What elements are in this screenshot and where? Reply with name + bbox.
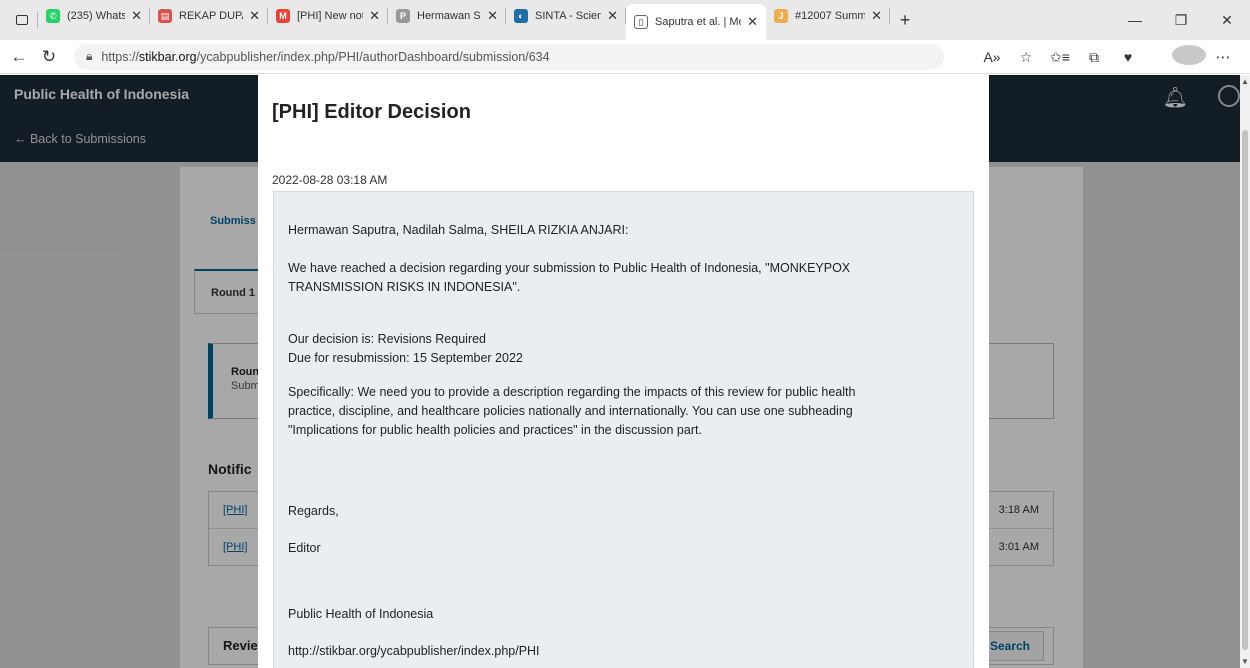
read-aloud-icon[interactable]: A» <box>975 49 1009 65</box>
message-specifics: Specifically: We need you to provide a d… <box>288 383 958 440</box>
tab-actions-button[interactable] <box>6 4 38 36</box>
specifics-line: "Implications for public health policies… <box>288 423 702 437</box>
due-date-text: Due for resubmission: 15 September 2022 <box>288 351 523 365</box>
close-tab-icon[interactable]: ✕ <box>871 8 882 24</box>
url-prefix: https:// <box>101 49 139 64</box>
message-decision: Our decision is: Revisions Required Due … <box>288 330 958 368</box>
close-tab-icon[interactable]: ✕ <box>487 8 498 24</box>
page-icon: ▯ <box>634 15 648 29</box>
message-signature: Editor <box>288 541 321 555</box>
editor-decision-modal: [PHI] Editor Decision 2022-08-28 03:18 A… <box>258 75 989 668</box>
profile-avatar-button[interactable] <box>1172 45 1206 69</box>
browser-tab[interactable]: M [PHI] New notific ✕ <box>268 0 388 32</box>
health-icon[interactable]: ♥ <box>1111 49 1145 65</box>
message-intro: We have reached a decision regarding you… <box>288 259 958 297</box>
browser-tab[interactable]: ✆ (235) WhatsApp ✕ <box>38 0 150 32</box>
tab-title: #12007 Summary <box>795 10 866 22</box>
refresh-icon[interactable]: ↻ <box>34 47 64 67</box>
add-favorite-icon[interactable]: ☆ <box>1009 49 1043 66</box>
modal-title: [PHI] Editor Decision <box>272 101 471 123</box>
new-tab-button[interactable]: + <box>890 4 920 36</box>
browser-toolbar: ← ↻ 🔒︎ https://stikbar.org/ycabpublisher… <box>0 40 1250 74</box>
close-window-icon[interactable]: ✕ <box>1204 12 1250 29</box>
whatsapp-icon: ✆ <box>46 9 60 23</box>
scroll-down-icon[interactable]: ▼ <box>1241 657 1249 666</box>
modal-date: 2022-08-28 03:18 AM <box>272 173 388 187</box>
tab-title: Saputra et al. | Mo <box>655 16 742 28</box>
window-controls: — ❐ ✕ <box>1112 0 1250 40</box>
specifics-line: Specifically: We need you to provide a d… <box>288 385 856 399</box>
message-body: Hermawan Saputra, Nadilah Salma, SHEILA … <box>273 191 974 668</box>
restore-icon[interactable]: ❐ <box>1158 12 1204 29</box>
close-tab-icon[interactable]: ✕ <box>607 8 618 24</box>
url-host: stikbar.org <box>138 49 197 64</box>
browser-tab[interactable]: ▯ Saputra et al. | Mo ✕ <box>626 4 766 40</box>
message-salutation: Hermawan Saputra, Nadilah Salma, SHEILA … <box>288 223 629 237</box>
journal-url-link[interactable]: http://stikbar.org/ycabpublisher/index.p… <box>288 642 958 661</box>
browser-tab[interactable]: ◐ SINTA - Science a ✕ <box>506 0 626 32</box>
scroll-up-icon[interactable]: ▲ <box>1241 77 1249 86</box>
decision-text: Our decision is: Revisions Required <box>288 332 487 346</box>
url-path: /ycabpublisher/index.php/PHI/authorDashb… <box>196 49 550 64</box>
message-intro-line: TRANSMISSION RISKS IN INDONESIA". <box>288 280 521 294</box>
message-intro-line: We have reached a decision regarding you… <box>288 261 851 275</box>
scroll-thumb[interactable] <box>1242 130 1248 650</box>
journal-name: Public Health of Indonesia <box>288 607 434 621</box>
pdf-icon: ▤ <box>158 9 172 23</box>
tab-title: [PHI] New notific <box>297 10 363 22</box>
gmail-icon: M <box>276 9 290 23</box>
close-tab-icon[interactable]: ✕ <box>249 8 260 24</box>
message-regards: Regards, <box>288 504 339 518</box>
close-tab-icon[interactable]: ✕ <box>369 8 380 24</box>
tab-title: (235) WhatsApp <box>67 10 126 22</box>
favorites-icon[interactable]: ✩≡ <box>1043 49 1077 66</box>
address-bar[interactable]: 🔒︎ https://stikbar.org/ycabpublisher/ind… <box>74 43 944 70</box>
collections-icon[interactable]: ⧉ <box>1077 49 1111 66</box>
toolbar-right: ⋯ <box>1172 40 1240 74</box>
browser-tab[interactable]: P Hermawan Saput ✕ <box>388 0 506 32</box>
tab-title: REKAP DUPAK BE <box>179 10 243 22</box>
tab-actions-icon <box>16 15 28 25</box>
specifics-line: practice, discipline, and healthcare pol… <box>288 404 853 418</box>
browser-tab[interactable]: J #12007 Summary ✕ <box>766 0 890 32</box>
tab-title: Hermawan Saput <box>417 10 481 22</box>
profile-avatar <box>1172 45 1206 65</box>
close-tab-icon[interactable]: ✕ <box>131 8 142 24</box>
sinta-icon: ◐ <box>514 9 528 23</box>
pkp-icon: P <box>396 9 410 23</box>
browser-tab-strip: ✆ (235) WhatsApp ✕ ▤ REKAP DUPAK BE ✕ M [PHI] N… <box>0 0 1250 40</box>
lock-icon[interactable]: 🔒︎ <box>86 49 92 64</box>
page-scrollbar[interactable]: ▲ ▼ <box>1240 75 1250 668</box>
more-menu-icon[interactable]: ⋯ <box>1206 48 1240 66</box>
ojs-icon: J <box>774 9 788 23</box>
address-actions: A» ☆ ✩≡ ⧉ ♥ <box>975 40 1145 74</box>
browser-tab[interactable]: ▤ REKAP DUPAK BE ✕ <box>150 0 268 32</box>
close-tab-icon[interactable]: ✕ <box>747 14 758 30</box>
back-arrow-icon[interactable]: ← <box>4 47 34 67</box>
minimize-icon[interactable]: — <box>1112 12 1158 28</box>
tab-title: SINTA - Science a <box>535 10 602 22</box>
